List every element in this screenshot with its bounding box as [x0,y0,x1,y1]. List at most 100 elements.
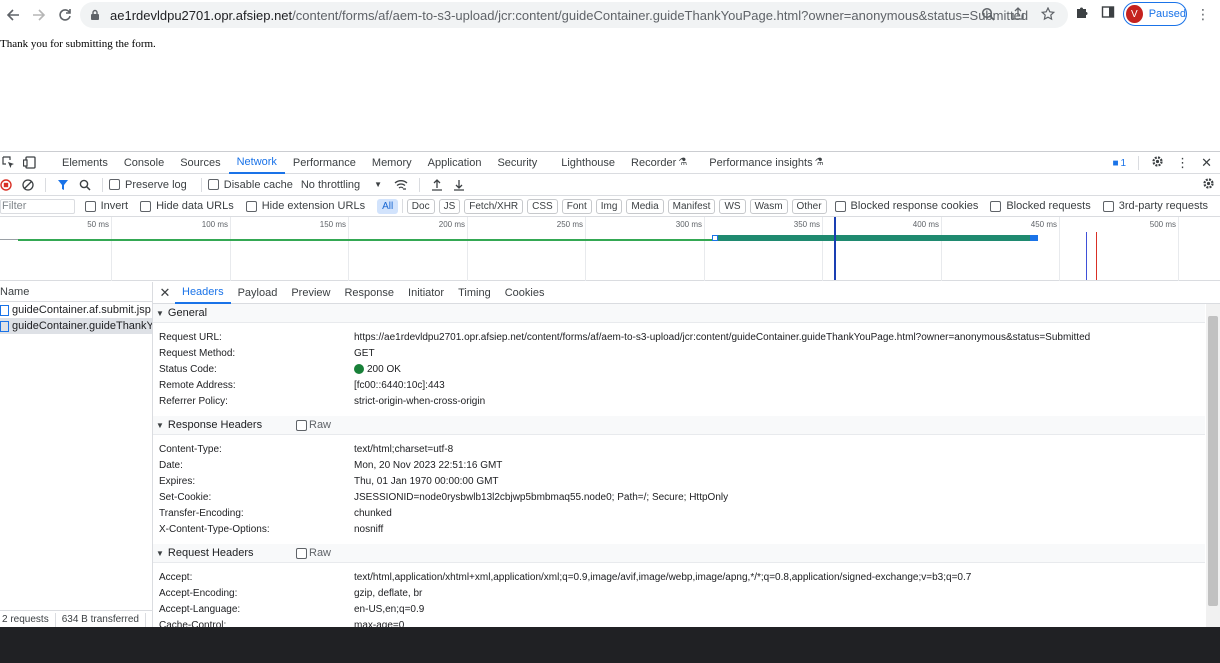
header-row: Accept-Encoding: gzip, deflate, br [153,585,1205,601]
checkbox-box [207,179,219,190]
filter-type-fetch-xhr[interactable]: Fetch/XHR [464,198,524,214]
tab-security[interactable]: Security [489,152,545,174]
filter-type-all[interactable]: All [377,198,399,214]
tab-network[interactable]: Network [228,152,285,174]
throttling-select[interactable]: No throttling ▼ [301,179,382,191]
response-headers-section-header[interactable]: ▼ Response Headers Raw [153,416,1205,435]
filter-type-css[interactable]: CSS [527,198,558,214]
filter-type-wasm[interactable]: Wasm [749,198,788,214]
list-item[interactable]: guideContainer.af.submit.jsp [0,302,152,318]
side-panel-icon[interactable] [1100,4,1116,20]
tab-headers[interactable]: Headers [175,282,231,304]
network-settings-gear-icon[interactable] [1202,177,1215,193]
blocked-requests-checkbox[interactable]: Blocked requests [990,200,1091,212]
clear-icon[interactable] [22,177,34,193]
filter-type-font[interactable]: Font [561,198,592,214]
header-row: Request URL: https://ae1rdevldpu2701.opr.… [153,329,1205,345]
tick-label: 450 ms [1030,220,1057,229]
network-conditions-wifi-icon[interactable] [394,177,408,193]
tab-console[interactable]: Console [116,152,172,174]
record-stop-icon[interactable] [0,177,12,193]
tab-response[interactable]: Response [337,282,401,304]
filter-type-doc[interactable]: Doc [406,198,435,214]
hide-data-urls-checkbox[interactable]: Hide data URLs [140,200,234,212]
detail-scrollbar[interactable] [1206,304,1220,628]
tab-cookies[interactable]: Cookies [498,282,552,304]
network-overview-timeline[interactable]: 50 ms 100 ms 150 ms 200 ms 250 ms 300 ms… [0,217,1220,281]
issues-icon: ■ [1112,157,1119,169]
zoom-icon[interactable] [980,6,996,22]
tab-elements[interactable]: Elements [54,152,116,174]
tab-recorder[interactable]: Recorder [623,152,678,174]
tab-application[interactable]: Application [420,152,490,174]
divider [54,612,56,627]
share-icon[interactable] [1010,6,1026,22]
header-value: Mon, 20 Nov 2023 22:51:16 GMT [354,459,503,471]
import-har-upload-icon[interactable] [431,177,443,193]
header-key: Remote Address: [159,379,236,391]
tab-sources[interactable]: Sources [172,152,228,174]
filter-type-other[interactable]: Other [791,198,827,214]
tab-lighthouse[interactable]: Lighthouse [553,152,623,174]
hide-extension-urls-checkbox[interactable]: Hide extension URLs [245,200,366,212]
browser-menu-icon[interactable]: ⋮ [1196,6,1210,23]
tab-payload[interactable]: Payload [231,282,285,304]
header-row: Referrer Policy: strict-origin-when-cross… [153,393,1205,409]
name-column-header[interactable]: Name [0,282,152,302]
third-party-requests-checkbox[interactable]: 3rd-party requests [1102,200,1208,212]
bookmark-star-icon[interactable] [1040,6,1056,22]
blocked-response-cookies-checkbox[interactable]: Blocked response cookies [834,200,978,212]
browser-toolbar: ae1rdevldpu2701.opr.afsiep.net/content/f… [0,0,1220,30]
filter-funnel-icon[interactable] [57,177,69,193]
request-waterfall-bar [718,235,1038,241]
tab-performance[interactable]: Performance [285,152,364,174]
list-item[interactable]: guideContainer.guideThankYo... [0,318,152,334]
scrollbar-thumb[interactable] [1208,316,1218,606]
profile-button[interactable]: V Paused [1123,2,1187,26]
tab-performance-insights[interactable]: Performance insights [701,152,814,174]
raw-checkbox[interactable]: Raw [296,547,331,559]
general-section-header[interactable]: ▼ General [153,304,1205,323]
tab-initiator[interactable]: Initiator [401,282,451,304]
raw-checkbox[interactable]: Raw [296,419,331,431]
timeline-cursor-line [834,217,836,280]
checkbox-box [1102,200,1114,212]
checkbox-box [834,200,846,212]
close-devtools-icon[interactable]: ✕ [1201,155,1212,171]
search-icon[interactable] [79,177,91,193]
filter-type-js[interactable]: JS [438,198,461,214]
detail-tab-bar: ✕ Headers Payload Preview Response Initi… [153,282,1220,304]
header-key: Transfer-Encoding: [159,507,244,519]
close-detail-icon[interactable]: ✕ [155,285,175,301]
header-row: Accept: text/html,application/xhtml+xml,a… [153,569,1205,585]
filter-type-ws[interactable]: WS [719,198,746,214]
filter-type-manifest[interactable]: Manifest [667,198,716,214]
address-bar[interactable]: ae1rdevldpu2701.opr.afsiep.net/content/f… [80,2,1068,28]
header-key: Accept: [159,571,193,583]
request-headers-section-header[interactable]: ▼ Request Headers Raw [153,544,1205,563]
reload-icon[interactable] [52,2,78,28]
issues-badge[interactable]: ■ 1 [1112,158,1126,169]
device-toolbar-icon[interactable] [22,155,38,171]
tab-timing[interactable]: Timing [451,282,498,304]
preserve-log-checkbox[interactable]: Preserve log [109,179,187,191]
extensions-puzzle-icon[interactable] [1074,4,1090,20]
forward-icon[interactable] [26,2,52,28]
export-har-download-icon[interactable] [453,177,465,193]
header-row: Request Method: GET [153,345,1205,361]
tick-label: 250 ms [556,220,583,229]
invert-checkbox[interactable]: Invert [84,200,128,212]
tab-preview[interactable]: Preview [284,282,337,304]
inspect-element-icon[interactable] [0,155,16,171]
back-icon[interactable] [0,2,26,28]
tab-memory[interactable]: Memory [364,152,420,174]
lock-icon[interactable] [90,9,102,21]
more-options-icon[interactable]: ⋮ [1176,155,1189,171]
settings-gear-icon[interactable] [1151,155,1164,171]
divider [102,177,103,192]
filter-type-media[interactable]: Media [626,198,664,214]
hide-extension-urls-label: Hide extension URLs [261,200,366,212]
disable-cache-checkbox[interactable]: Disable cache [207,179,293,191]
filter-type-img[interactable]: Img [595,198,623,214]
filter-input[interactable]: Filter [0,198,75,214]
